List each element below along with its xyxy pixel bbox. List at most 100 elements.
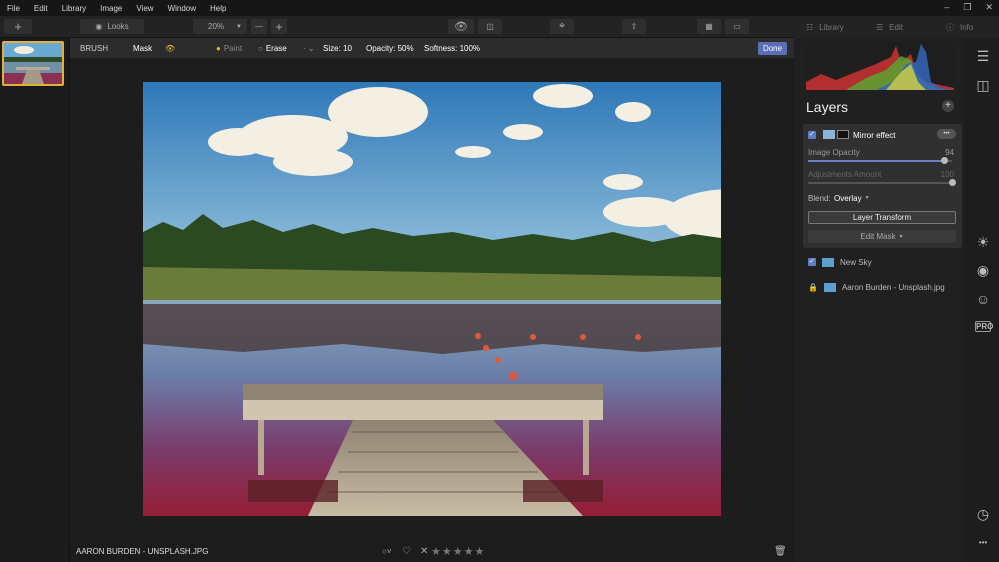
layer-visibility-checkbox[interactable]: ✓ bbox=[808, 258, 816, 266]
thumbnail-image bbox=[4, 43, 62, 84]
edit-mask-label: Edit Mask bbox=[860, 232, 896, 241]
layers-title: Layers bbox=[806, 99, 849, 115]
looks-icon: ◉ bbox=[95, 22, 103, 31]
menu-window[interactable]: Window bbox=[161, 4, 203, 13]
reject-button[interactable]: ✕ bbox=[420, 546, 428, 557]
history-icon[interactable]: ◷ bbox=[975, 506, 991, 522]
menu-edit[interactable]: Edit bbox=[27, 4, 55, 13]
blend-label: Blend: bbox=[808, 194, 831, 203]
tab-info[interactable]: ⓘ Info bbox=[946, 20, 996, 34]
split-view-icon[interactable]: ◫ bbox=[478, 19, 502, 34]
tab-library-label: Library bbox=[819, 22, 844, 32]
paint-label: Paint bbox=[223, 43, 243, 53]
image-opacity-value: 94 bbox=[945, 148, 954, 157]
add-image-button[interactable]: + bbox=[4, 19, 32, 34]
layers-panel: Layers + bbox=[794, 38, 964, 562]
window-controls: – ❐ ✕ bbox=[944, 2, 993, 13]
sky-layer-icon bbox=[822, 257, 834, 267]
menu-view[interactable]: View bbox=[129, 4, 160, 13]
restore-icon[interactable]: ❐ bbox=[963, 2, 971, 13]
photo-preview[interactable] bbox=[143, 82, 721, 516]
menu-image[interactable]: Image bbox=[93, 4, 129, 13]
chevron-down-icon: ▼ bbox=[236, 23, 242, 30]
menu-file[interactable]: File bbox=[0, 4, 27, 13]
tab-library[interactable]: ☷ Library bbox=[806, 20, 866, 34]
sliders-icon: ☰ bbox=[876, 22, 884, 32]
single-view-icon[interactable]: ▭ bbox=[725, 19, 749, 34]
lock-icon: 🔒 bbox=[808, 282, 818, 292]
menu-bar: File Edit Library Image View Window Help… bbox=[0, 0, 999, 16]
more-icon[interactable]: ••• bbox=[975, 535, 991, 551]
library-icon: ☷ bbox=[806, 22, 814, 32]
photo-image bbox=[143, 82, 721, 516]
adjustments-amount-value: 100 bbox=[940, 170, 954, 179]
histogram bbox=[806, 42, 954, 90]
brush-softness[interactable]: Softness: 100% bbox=[424, 44, 480, 53]
erase-label: Erase bbox=[265, 43, 287, 53]
brush-size[interactable]: Size: 10 bbox=[323, 44, 352, 53]
thumbnail-selected[interactable] bbox=[2, 41, 64, 86]
layer-card-mirror[interactable]: ✓ Mirror effect ••• Image Opacity 94 Adj… bbox=[803, 124, 962, 248]
grid-view-icon[interactable]: ▦ bbox=[697, 19, 721, 34]
paint-button[interactable]: ● Paint bbox=[216, 44, 242, 53]
layer-thumbnail bbox=[823, 130, 835, 139]
mask-eye-icon[interactable]: 👁 bbox=[165, 44, 175, 53]
eye-icon[interactable]: 👁 bbox=[448, 19, 474, 34]
brush-toolbar: BRUSH Mask 👁 ● Paint ○ Erase · ⌄ Size: 1… bbox=[70, 38, 794, 58]
add-layer-button[interactable]: + bbox=[942, 100, 954, 112]
menu-help[interactable]: Help bbox=[203, 4, 233, 13]
tab-info-label: Info bbox=[960, 22, 974, 32]
mask-thumbnail bbox=[837, 130, 849, 139]
zoom-in-button[interactable]: + bbox=[271, 19, 287, 34]
zoom-select[interactable]: 20% ▼ bbox=[193, 19, 247, 34]
filmstrip bbox=[0, 38, 70, 562]
menu-library[interactable]: Library bbox=[55, 4, 93, 13]
layers-icon[interactable]: ☰ bbox=[975, 48, 991, 64]
adjustments-amount-slider[interactable] bbox=[808, 179, 956, 186]
brush-menu-icon[interactable]: · ⌄ bbox=[303, 44, 315, 53]
layer-transform-button[interactable]: Layer Transform bbox=[808, 211, 956, 224]
crop-icon[interactable]: ⌖ bbox=[550, 19, 574, 34]
tab-edit[interactable]: ☰ Edit bbox=[876, 20, 926, 34]
image-opacity-knob[interactable] bbox=[941, 157, 948, 164]
layer-name: Aaron Burden - Unsplash.jpg bbox=[841, 282, 945, 292]
trash-icon[interactable]: 🗑 bbox=[774, 546, 787, 557]
adjustments-amount-knob[interactable] bbox=[949, 179, 956, 186]
status-bar: AARON BURDEN - UNSPLASH.JPG ○˅ ♡ ✕ ★★★★★… bbox=[70, 541, 794, 562]
layer-more-button[interactable]: ••• bbox=[937, 129, 956, 139]
tab-edit-label: Edit bbox=[889, 22, 903, 32]
minimize-icon[interactable]: – bbox=[944, 2, 949, 13]
erase-circle-icon: ○ bbox=[258, 43, 263, 53]
heart-icon[interactable]: ♡ bbox=[402, 546, 411, 557]
looks-label: Looks bbox=[107, 22, 129, 31]
erase-button[interactable]: ○ Erase bbox=[258, 44, 287, 53]
export-icon[interactable]: ⇧ bbox=[622, 19, 646, 34]
compare-icon[interactable]: ◫ bbox=[975, 77, 991, 93]
pro-icon[interactable]: PRO bbox=[975, 321, 993, 332]
brush-tool-label: BRUSH bbox=[80, 43, 109, 53]
sun-icon[interactable]: ☀ bbox=[975, 234, 991, 250]
blend-mode-value: Overlay bbox=[834, 194, 862, 203]
face-icon[interactable]: ☺ bbox=[975, 291, 991, 307]
looks-button[interactable]: ◉ Looks bbox=[80, 19, 144, 34]
done-button[interactable]: Done bbox=[758, 42, 787, 55]
blend-mode-select[interactable]: Overlay ▼ bbox=[834, 194, 870, 203]
chevron-down-icon: ▼ bbox=[898, 233, 904, 240]
layer-item-base[interactable]: 🔒 Aaron Burden - Unsplash.jpg bbox=[808, 281, 958, 293]
layer-visibility-checkbox[interactable]: ✓ bbox=[808, 131, 816, 139]
edit-mask-button[interactable]: Edit Mask ▼ bbox=[808, 230, 956, 243]
zoom-out-button[interactable]: — bbox=[251, 19, 267, 34]
layer-item-new-sky[interactable]: ✓ New Sky bbox=[808, 256, 958, 268]
info-icon: ⓘ bbox=[946, 22, 954, 32]
palette-icon[interactable]: ◉ bbox=[975, 262, 991, 278]
file-name: AARON BURDEN - UNSPLASH.JPG bbox=[76, 547, 209, 556]
image-opacity-slider[interactable] bbox=[808, 157, 952, 164]
image-opacity-label: Image Opacity bbox=[808, 148, 860, 157]
image-opacity-fill bbox=[808, 160, 944, 162]
star-rating[interactable]: ★★★★★ bbox=[431, 545, 485, 558]
image-layer-icon bbox=[823, 282, 836, 292]
close-icon[interactable]: ✕ bbox=[985, 2, 993, 13]
chevron-down-icon: ▼ bbox=[864, 195, 870, 201]
color-label-icon[interactable]: ○˅ bbox=[382, 547, 392, 556]
brush-opacity[interactable]: Opacity: 50% bbox=[366, 44, 414, 53]
